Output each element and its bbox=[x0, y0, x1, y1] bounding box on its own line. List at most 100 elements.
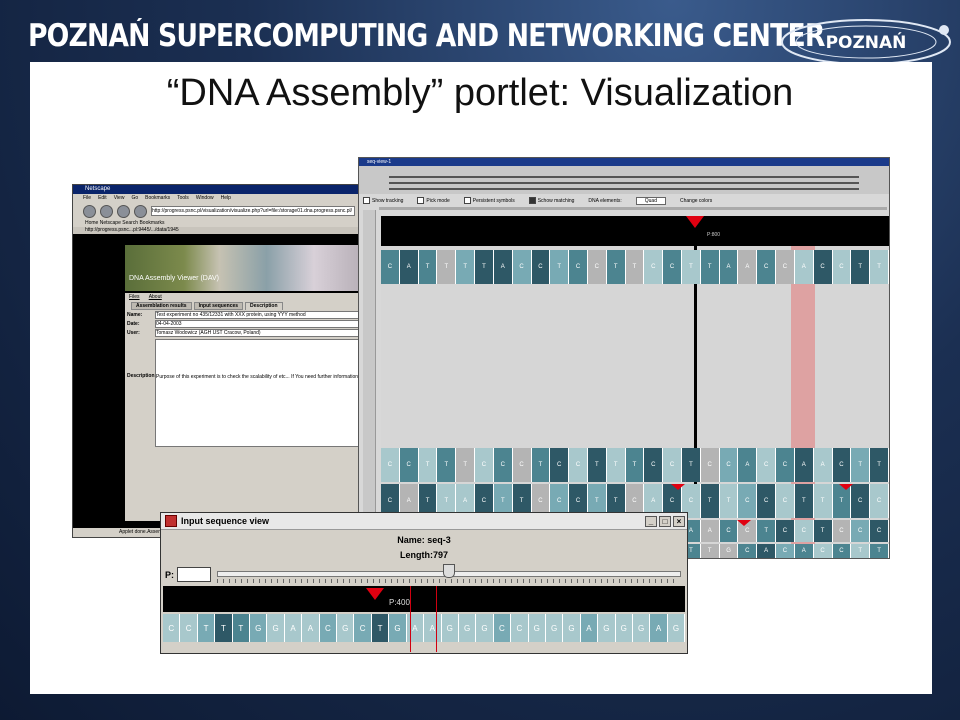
base-cell[interactable]: T bbox=[625, 448, 645, 482]
browser-tab[interactable]: http://progress.psnc...pl:9445/.../data/… bbox=[73, 227, 363, 234]
base-cell[interactable]: G bbox=[632, 614, 651, 642]
base-cell[interactable]: T bbox=[418, 250, 438, 284]
base-cell[interactable]: C bbox=[719, 448, 739, 482]
base-cell[interactable]: T bbox=[587, 448, 607, 482]
base-cell[interactable]: G bbox=[458, 614, 477, 642]
base-cell[interactable]: A bbox=[719, 250, 739, 284]
minimize-button[interactable]: _ bbox=[645, 515, 657, 527]
base-cell[interactable]: A bbox=[794, 544, 814, 558]
base-cell[interactable]: C bbox=[794, 520, 814, 542]
base-cell[interactable]: T bbox=[475, 250, 494, 284]
bookmarks-bar[interactable]: Home Netscape Search Bookmarks bbox=[73, 219, 363, 227]
base-cell[interactable]: C bbox=[569, 250, 588, 284]
base-cell[interactable]: G bbox=[563, 614, 581, 642]
base-cell[interactable]: C bbox=[832, 250, 852, 284]
base-cell[interactable]: C bbox=[550, 448, 570, 482]
base-cell[interactable]: G bbox=[441, 614, 459, 642]
base-cell[interactable]: G bbox=[667, 614, 686, 642]
base-cell[interactable]: A bbox=[757, 544, 777, 558]
base-cell[interactable]: T bbox=[757, 520, 777, 542]
base-cell[interactable]: C bbox=[813, 544, 833, 558]
base-cell[interactable]: G bbox=[615, 614, 633, 642]
menu-files[interactable]: Files bbox=[129, 294, 140, 300]
browser-menu-item[interactable]: Window bbox=[196, 195, 214, 201]
pick-mode-checkbox[interactable]: Pick mode bbox=[417, 197, 450, 204]
base-cell[interactable]: T bbox=[851, 544, 871, 558]
base-cell[interactable]: T bbox=[794, 484, 814, 518]
base-cell[interactable]: T bbox=[437, 250, 457, 284]
base-cell[interactable]: C bbox=[399, 448, 419, 482]
dna-elements-select[interactable]: Quad bbox=[635, 196, 666, 205]
base-cell[interactable]: C bbox=[569, 448, 588, 482]
viewer-slider[interactable] bbox=[379, 207, 887, 210]
base-cell[interactable]: A bbox=[738, 250, 758, 284]
forward-button[interactable] bbox=[100, 204, 113, 218]
base-cell[interactable]: C bbox=[851, 520, 871, 542]
base-cell[interactable]: G bbox=[267, 614, 285, 642]
base-cell[interactable]: T bbox=[813, 484, 833, 518]
base-cell[interactable]: C bbox=[700, 448, 720, 482]
base-cell[interactable]: G bbox=[476, 614, 494, 642]
base-cell[interactable]: A bbox=[580, 614, 599, 642]
base-cell[interactable]: T bbox=[851, 250, 871, 284]
base-cell[interactable]: T bbox=[215, 614, 233, 642]
base-cell[interactable]: C bbox=[776, 544, 795, 558]
base-cell[interactable]: A bbox=[284, 614, 303, 642]
base-cell[interactable]: C bbox=[851, 484, 871, 518]
base-cell[interactable]: C bbox=[738, 544, 758, 558]
menu-about[interactable]: About bbox=[149, 294, 162, 300]
base-cell[interactable]: T bbox=[700, 250, 720, 284]
base-cell[interactable]: C bbox=[776, 250, 795, 284]
base-cell[interactable]: A bbox=[424, 614, 442, 642]
position-input[interactable] bbox=[177, 567, 211, 582]
base-cell[interactable]: A bbox=[399, 250, 419, 284]
browser-menu-item[interactable]: Bookmarks bbox=[145, 195, 170, 201]
browser-menu-item[interactable]: Tools bbox=[177, 195, 189, 201]
base-cell[interactable]: C bbox=[381, 250, 400, 284]
base-cell[interactable]: C bbox=[719, 520, 739, 542]
close-button[interactable]: × bbox=[673, 515, 685, 527]
browser-menu-item[interactable]: Edit bbox=[98, 195, 107, 201]
base-cell[interactable]: T bbox=[550, 250, 570, 284]
base-cell[interactable]: C bbox=[738, 484, 758, 518]
base-cell[interactable]: T bbox=[870, 250, 889, 284]
stop-button[interactable] bbox=[134, 204, 147, 218]
show-matching-checkbox[interactable]: Schow matching bbox=[528, 197, 574, 204]
base-cell[interactable]: T bbox=[682, 250, 701, 284]
base-cell[interactable]: T bbox=[606, 250, 626, 284]
tab-input-sequences[interactable]: Input sequences bbox=[193, 302, 244, 310]
base-cell[interactable]: C bbox=[644, 250, 664, 284]
base-cell[interactable]: C bbox=[531, 250, 551, 284]
base-cell[interactable]: C bbox=[832, 544, 852, 558]
base-cell[interactable]: C bbox=[663, 448, 682, 482]
browser-menu-item[interactable]: View bbox=[114, 195, 125, 201]
base-cell[interactable]: C bbox=[587, 250, 607, 284]
user-value[interactable]: Tomasz Wodowicz (AGH UST Cracow, Poland) bbox=[155, 329, 359, 337]
base-cell[interactable]: C bbox=[493, 448, 513, 482]
position-marker[interactable] bbox=[366, 588, 384, 600]
slider-thumb[interactable] bbox=[443, 564, 455, 578]
position-marker[interactable] bbox=[686, 216, 704, 228]
base-cell[interactable]: C bbox=[319, 614, 338, 642]
base-cell[interactable]: A bbox=[700, 520, 720, 542]
base-cell[interactable]: C bbox=[776, 448, 795, 482]
base-cell[interactable]: C bbox=[180, 614, 198, 642]
base-cell[interactable]: T bbox=[418, 448, 438, 482]
browser-menu-item[interactable]: File bbox=[83, 195, 91, 201]
show-tracking-checkbox[interactable]: Show tracking bbox=[363, 197, 403, 204]
reload-button[interactable] bbox=[117, 204, 130, 218]
base-cell[interactable]: C bbox=[757, 484, 777, 518]
tab-description[interactable]: Description bbox=[245, 302, 283, 310]
persistent-symbols-checkbox[interactable]: Persistent symbols bbox=[463, 197, 515, 204]
base-cell[interactable]: C bbox=[776, 520, 795, 542]
base-cell[interactable]: G bbox=[528, 614, 546, 642]
overview-panel[interactable] bbox=[359, 166, 889, 194]
base-cell[interactable]: C bbox=[663, 250, 682, 284]
checkbox-box[interactable] bbox=[528, 197, 536, 204]
base-cell[interactable]: T bbox=[606, 448, 626, 482]
url-field[interactable]: http://progress.psnc.pl/visualization/vi… bbox=[151, 206, 355, 216]
base-cell[interactable]: C bbox=[757, 250, 777, 284]
base-cell[interactable]: A bbox=[302, 614, 320, 642]
base-cell[interactable]: T bbox=[682, 448, 701, 482]
base-cell[interactable]: C bbox=[512, 250, 532, 284]
